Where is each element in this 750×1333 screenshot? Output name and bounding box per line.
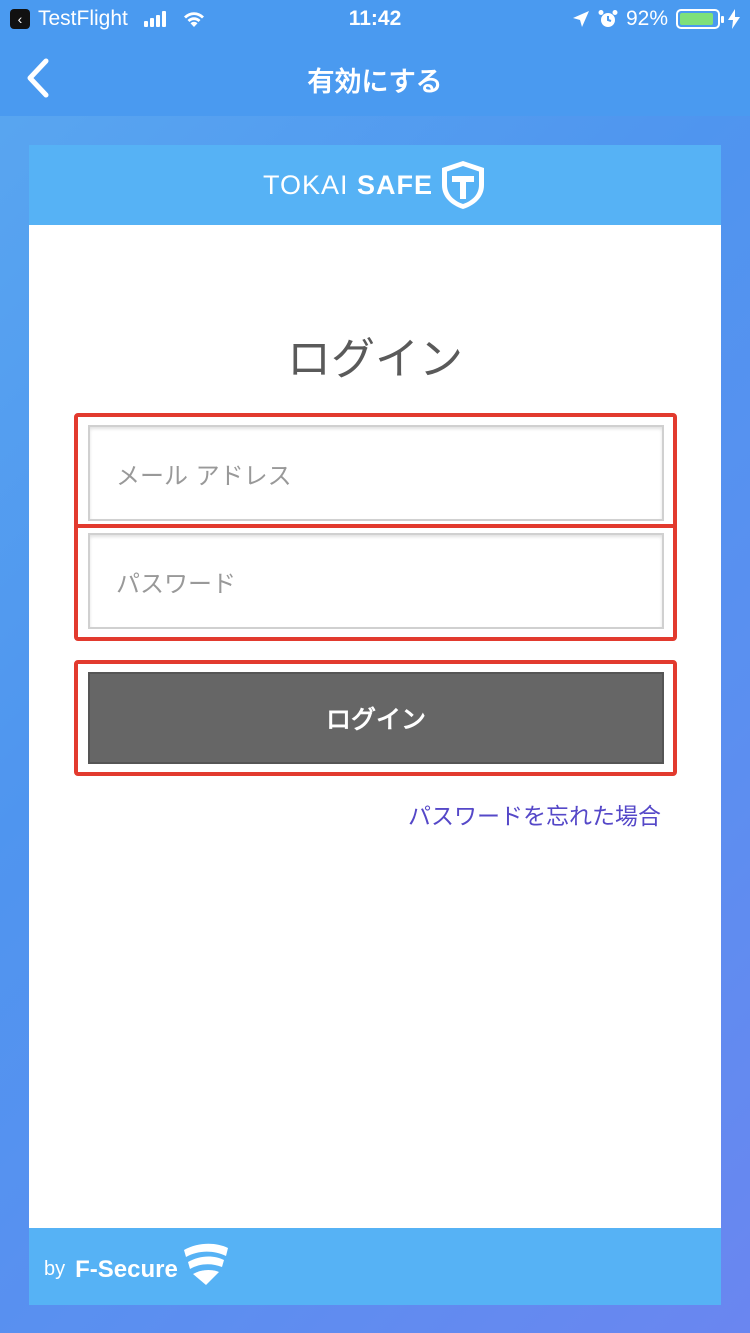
login-card: TOKAI SAFE ログイン メール アドレス パスワード ログイン パスワー… — [29, 145, 721, 1305]
status-bar: ‹ TestFlight 11:42 92% — [0, 0, 750, 40]
page-title: 有効にする — [307, 67, 443, 98]
forgot-password-link[interactable]: パスワードを忘れた場合 — [408, 797, 661, 831]
card-header: TOKAI SAFE — [29, 145, 721, 225]
battery-level-fill — [680, 13, 714, 25]
password-field[interactable]: パスワード — [88, 533, 664, 629]
battery-icon — [676, 9, 724, 29]
brand-light-text: TOKAI — [262, 169, 349, 200]
battery-percent: 92% — [625, 7, 668, 30]
f-secure-logo-icon — [183, 1243, 228, 1285]
login-button-highlight: ログイン — [74, 660, 677, 776]
tokai-safe-logo-text: TOKAI SAFE — [263, 170, 433, 201]
card-footer: by F-Secure — [29, 1228, 721, 1305]
alarm-icon — [598, 10, 618, 27]
status-right: 92% — [572, 7, 740, 31]
login-heading: ログイン — [287, 334, 463, 385]
navigation-bar: 有効にする — [0, 40, 750, 116]
credentials-highlight: メール アドレス パスワード — [74, 413, 677, 641]
charging-bolt-icon — [728, 9, 740, 29]
highlight-divider — [78, 524, 673, 528]
email-field[interactable]: メール アドレス — [88, 425, 664, 521]
location-arrow-icon — [572, 11, 589, 27]
login-button[interactable]: ログイン — [88, 672, 664, 764]
shield-logo-icon — [442, 161, 485, 209]
f-secure-logo-text: F-Secure — [75, 1255, 178, 1283]
email-placeholder: メール アドレス — [116, 461, 292, 490]
password-placeholder: パスワード — [116, 569, 236, 598]
brand-bold-text: SAFE — [357, 169, 434, 200]
footer-by-text: by — [44, 1258, 66, 1280]
